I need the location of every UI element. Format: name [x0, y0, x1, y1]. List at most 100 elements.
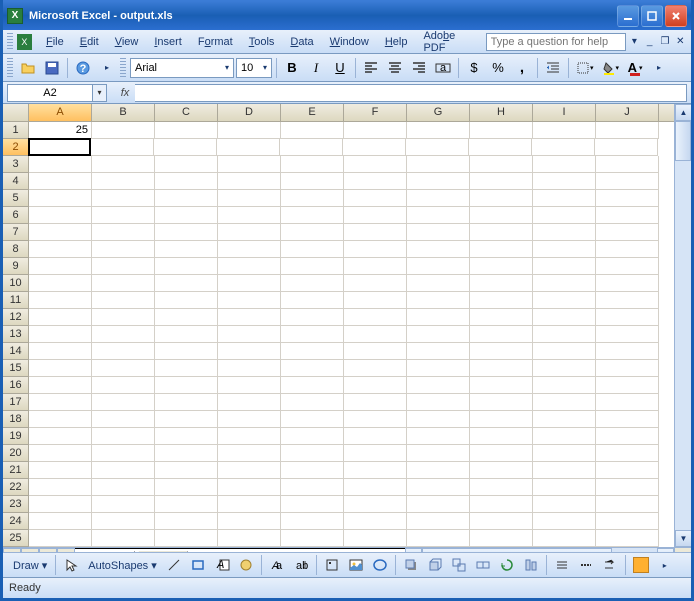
cell-B22[interactable] [92, 479, 155, 496]
cell-G2[interactable] [406, 139, 469, 156]
cell-B11[interactable] [92, 292, 155, 309]
font-color-button[interactable]: A▾ [624, 57, 646, 79]
vertical-scrollbar[interactable]: ▲ ▼ [674, 104, 691, 547]
cell-D19[interactable] [218, 428, 281, 445]
cell-D15[interactable] [218, 360, 281, 377]
insert-clipart-button[interactable] [235, 554, 257, 576]
cell-F20[interactable] [344, 445, 407, 462]
menu-insert[interactable]: Insert [146, 34, 190, 50]
menubar-grip[interactable] [7, 33, 13, 51]
merge-center-button[interactable]: a [432, 57, 454, 79]
cell-J9[interactable] [596, 258, 659, 275]
cell-H25[interactable] [470, 530, 533, 547]
cell-A22[interactable] [29, 479, 92, 496]
cell-B23[interactable] [92, 496, 155, 513]
cell-J5[interactable] [596, 190, 659, 207]
cell-C19[interactable] [155, 428, 218, 445]
cell-B12[interactable] [92, 309, 155, 326]
cell-A4[interactable] [29, 173, 92, 190]
row-header-20[interactable]: 20 [3, 445, 29, 462]
cell-D24[interactable] [218, 513, 281, 530]
cell-D20[interactable] [218, 445, 281, 462]
cell-A5[interactable] [29, 190, 92, 207]
cell-G4[interactable] [407, 173, 470, 190]
cell-D3[interactable] [218, 156, 281, 173]
cell-J13[interactable] [596, 326, 659, 343]
line-style-button[interactable] [551, 554, 573, 576]
font-size-dropdown[interactable]: 10▾ [236, 58, 272, 78]
sheet-tab-2[interactable]: Sheet2 [131, 551, 188, 552]
row-header-8[interactable]: 8 [3, 241, 29, 258]
cell-G10[interactable] [407, 275, 470, 292]
cell-F15[interactable] [344, 360, 407, 377]
close-button[interactable] [665, 5, 687, 27]
cell-A25[interactable] [29, 530, 92, 547]
select-all-corner[interactable] [3, 104, 29, 121]
cell-G3[interactable] [407, 156, 470, 173]
cell-I21[interactable] [533, 462, 596, 479]
cell-E12[interactable] [281, 309, 344, 326]
cell-C13[interactable] [155, 326, 218, 343]
cell-F21[interactable] [344, 462, 407, 479]
save-button[interactable] [41, 57, 63, 79]
cell-I16[interactable] [533, 377, 596, 394]
column-header-B[interactable]: B [92, 104, 155, 121]
cell-B25[interactable] [92, 530, 155, 547]
cell-E11[interactable] [281, 292, 344, 309]
cells-grid[interactable]: 1252345678910111213141516171819202122232… [3, 122, 674, 547]
cell-D18[interactable] [218, 411, 281, 428]
cell-J8[interactable] [596, 241, 659, 258]
cell-A6[interactable] [29, 207, 92, 224]
menu-adobe[interactable]: Adobe PDF [415, 28, 485, 56]
name-box-dropdown[interactable]: ▾ [93, 84, 107, 102]
cell-E23[interactable] [281, 496, 344, 513]
doc-minimize-icon[interactable]: _ [643, 35, 656, 49]
cell-J20[interactable] [596, 445, 659, 462]
font-dropdown[interactable]: Arial▾ [130, 58, 234, 78]
cell-F24[interactable] [344, 513, 407, 530]
cell-G15[interactable] [407, 360, 470, 377]
cell-G6[interactable] [407, 207, 470, 224]
menu-format[interactable]: Format [190, 34, 241, 50]
align-button[interactable] [520, 554, 542, 576]
cell-D12[interactable] [218, 309, 281, 326]
grid-settings-button[interactable] [630, 554, 652, 576]
cell-C18[interactable] [155, 411, 218, 428]
row-header-16[interactable]: 16 [3, 377, 29, 394]
row-header-22[interactable]: 22 [3, 479, 29, 496]
cell-H4[interactable] [470, 173, 533, 190]
scroll-down-button[interactable]: ▼ [675, 530, 691, 547]
cell-F19[interactable] [344, 428, 407, 445]
cell-C5[interactable] [155, 190, 218, 207]
cell-D2[interactable] [217, 139, 280, 156]
cell-C8[interactable] [155, 241, 218, 258]
cell-I6[interactable] [533, 207, 596, 224]
column-header-J[interactable]: J [596, 104, 659, 121]
cell-G18[interactable] [407, 411, 470, 428]
cell-J23[interactable] [596, 496, 659, 513]
cell-E3[interactable] [281, 156, 344, 173]
cell-I25[interactable] [533, 530, 596, 547]
row-header-25[interactable]: 25 [3, 530, 29, 547]
cell-E14[interactable] [281, 343, 344, 360]
column-header-I[interactable]: I [533, 104, 596, 121]
cell-E25[interactable] [281, 530, 344, 547]
cell-F8[interactable] [344, 241, 407, 258]
cell-E21[interactable] [281, 462, 344, 479]
cell-H5[interactable] [470, 190, 533, 207]
cell-H13[interactable] [470, 326, 533, 343]
cell-C6[interactable] [155, 207, 218, 224]
menu-tools[interactable]: Tools [241, 34, 283, 50]
cell-A9[interactable] [29, 258, 92, 275]
cell-A7[interactable] [29, 224, 92, 241]
oval-button[interactable] [369, 554, 391, 576]
column-header-C[interactable]: C [155, 104, 218, 121]
cell-B14[interactable] [92, 343, 155, 360]
cell-C2[interactable] [154, 139, 217, 156]
cell-E18[interactable] [281, 411, 344, 428]
cell-E1[interactable] [281, 122, 344, 139]
cell-J15[interactable] [596, 360, 659, 377]
cell-J19[interactable] [596, 428, 659, 445]
cell-C3[interactable] [155, 156, 218, 173]
cell-B3[interactable] [92, 156, 155, 173]
